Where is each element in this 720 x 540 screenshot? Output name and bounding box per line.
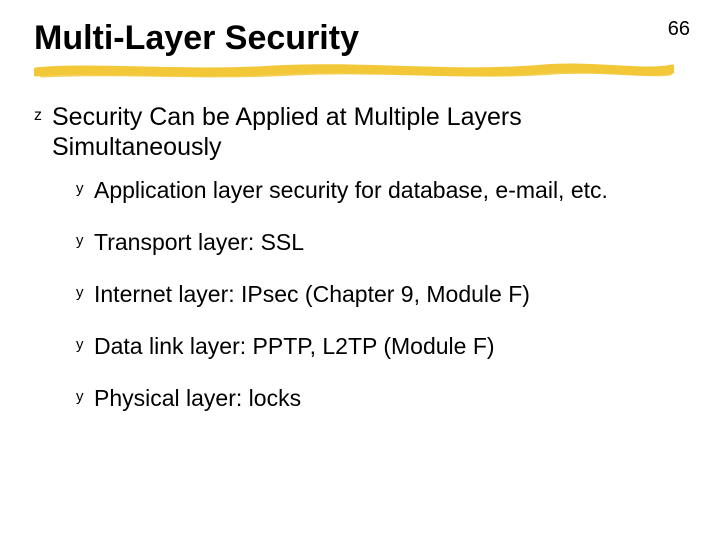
bullet-lvl2-icon: y [76,280,94,306]
list-item-text: Security Can be Applied at Multiple Laye… [52,102,686,162]
list-item: y Transport layer: SSL [76,228,686,256]
title-underline [34,63,660,77]
list-item-text: Data link layer: PPTP, L2TP (Module F) [94,332,495,360]
list-item-text: Physical layer: locks [94,384,301,412]
bullet-lvl2-icon: y [76,332,94,358]
list-item: y Physical layer: locks [76,384,686,412]
bullet-lvl2-icon: y [76,176,94,202]
slide-body: z Security Can be Applied at Multiple La… [34,102,686,436]
list-item: y Application layer security for databas… [76,176,686,204]
list-item: z Security Can be Applied at Multiple La… [34,102,686,162]
bullet-lvl1-icon: z [34,102,52,130]
page-number: 66 [668,18,690,41]
list-item: y Internet layer: IPsec (Chapter 9, Modu… [76,280,686,308]
list-item-text: Transport layer: SSL [94,228,304,256]
sublist: y Application layer security for databas… [34,176,686,412]
list-item-text: Internet layer: IPsec (Chapter 9, Module… [94,280,530,308]
list-item: y Data link layer: PPTP, L2TP (Module F) [76,332,686,360]
bullet-lvl2-icon: y [76,228,94,254]
title-block: Multi-Layer Security [34,20,660,77]
brushstroke-icon [34,63,674,79]
list-item-text: Application layer security for database,… [94,176,608,204]
slide: 66 Multi-Layer Security z Security Can b… [0,0,720,540]
bullet-lvl2-icon: y [76,384,94,410]
slide-title: Multi-Layer Security [34,20,660,57]
